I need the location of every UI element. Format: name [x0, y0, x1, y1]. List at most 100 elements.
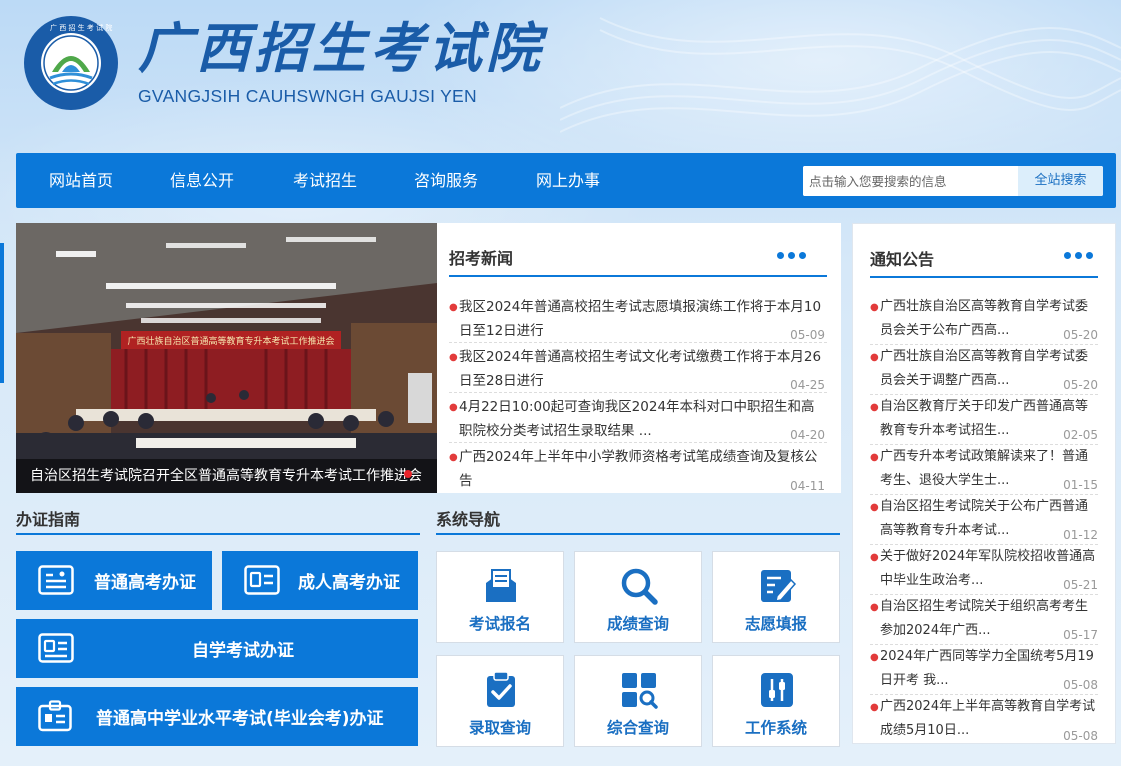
application-fill-label: 志愿填报 — [744, 615, 807, 633]
svg-text:广 西 招 生 考 试 院: 广 西 招 生 考 试 院 — [50, 23, 112, 32]
news-panel-title: 招考新闻 — [449, 249, 514, 268]
adult-exam-cert-button[interactable]: 成人高考办证 — [222, 551, 418, 610]
search-input[interactable] — [803, 166, 1018, 196]
news-panel-divider — [449, 275, 827, 277]
bullet-icon: ● — [449, 402, 458, 413]
notice-item-date: 01-15 — [1063, 478, 1098, 492]
bullet-icon: ● — [870, 602, 879, 613]
notice-item-date: 05-17 — [1063, 628, 1098, 642]
notice-item-date: 05-20 — [1063, 378, 1098, 392]
work-system-label: 工作系统 — [744, 719, 807, 737]
nav-item-online-service[interactable]: 网上办事 — [536, 153, 600, 208]
bullet-icon: ● — [870, 502, 879, 513]
notice-item-date: 05-08 — [1063, 678, 1098, 692]
general-query-label: 综合查询 — [606, 719, 669, 737]
bullet-icon: ● — [870, 402, 879, 413]
academic-test-cert-button[interactable]: 普通高中学业水平考试(毕业会考)办证 — [16, 687, 418, 746]
news-item-date: 05-09 — [790, 328, 825, 342]
notice-item[interactable]: ● 2024年广西同等学力全国统考5月19日开考 我... 05-08 — [870, 645, 1098, 695]
application-fill-tile[interactable]: 志愿填报 — [712, 551, 840, 643]
news-item-date: 04-11 — [790, 479, 825, 493]
bullet-icon: ● — [870, 652, 879, 663]
slide-caption[interactable]: 自治区招生考试院召开全区普通高等教育专升本考试工作推进会 — [16, 459, 437, 493]
news-slideshow[interactable]: 广西壮族自治区普通高等教育专升本考试工作推进会 自治区招生考试院召开全区普通高等… — [16, 223, 437, 493]
nav-item-consulting[interactable]: 咨询服务 — [414, 153, 478, 208]
background-waves — [560, 17, 1121, 133]
exam-registration-tile[interactable]: 考试报名 — [436, 551, 564, 643]
site-title: 广西招生考试院 — [138, 16, 544, 80]
side-marker — [0, 243, 4, 383]
news-item-date: 04-20 — [790, 428, 825, 442]
envelope-form-icon — [486, 569, 516, 602]
notice-item[interactable]: ● 广西2024年上半年高等教育自学考试成绩5月10日... 05-08 — [870, 695, 1098, 745]
news-item[interactable]: ● 我区2024年普通高校招生考试志愿填报演练工作将于本月10日至12日进行 0… — [449, 295, 827, 343]
notice-item-date: 05-08 — [1063, 729, 1098, 743]
self-study-cert-button[interactable]: 自学考试办证 — [16, 619, 418, 678]
sliders-icon — [761, 673, 793, 707]
id-card-icon — [38, 565, 74, 595]
news-item-title[interactable]: 广西2024年上半年中小学教师资格考试笔成绩查询及复核公告 — [459, 445, 827, 493]
news-panel: 招考新闻 ● 我区2024年普通高校招生考试志愿填报演练工作将于本月10日至12… — [437, 223, 841, 493]
bullet-icon: ● — [449, 452, 458, 463]
news-item[interactable]: ● 我区2024年普通高校招生考试文化考试缴费工作将于本月26日至28日进行 0… — [449, 345, 827, 393]
clipboard-check-icon — [487, 671, 515, 707]
main-nav: 网站首页 信息公开 考试招生 咨询服务 网上办事 全站搜索 — [16, 153, 1116, 208]
notice-item[interactable]: ● 广西专升本考试政策解读来了！普通考生、退役大学生士... 01-15 — [870, 445, 1098, 495]
notice-item-date: 05-21 — [1063, 578, 1098, 592]
slide-indicator-dot[interactable] — [404, 470, 412, 478]
general-query-tile[interactable]: 综合查询 — [574, 655, 702, 747]
id-card-icon — [244, 565, 280, 595]
notice-panel: 通知公告 ● 广西壮族自治区高等教育自学考试委员会关于公布广西高... 05-2… — [852, 223, 1116, 744]
bullet-icon: ● — [870, 702, 879, 713]
notice-more-button[interactable] — [1064, 252, 1093, 259]
news-more-button[interactable] — [777, 252, 806, 259]
admission-query-label: 录取查询 — [468, 719, 531, 737]
logo-emblem-icon[interactable]: 广 西 招 生 考 试 院 — [22, 14, 120, 112]
work-system-tile[interactable]: 工作系统 — [712, 655, 840, 747]
adult-exam-cert-label: 成人高考办证 — [298, 573, 400, 593]
notice-item-date: 01-12 — [1063, 528, 1098, 542]
score-query-label: 成绩查询 — [606, 615, 669, 633]
notice-item[interactable]: ● 广西壮族自治区高等教育自学考试委员会关于公布广西高... 05-20 — [870, 295, 1098, 345]
grid-search-icon — [622, 673, 658, 709]
admission-query-tile[interactable]: 录取查询 — [436, 655, 564, 747]
nav-item-home[interactable]: 网站首页 — [49, 153, 113, 208]
nav-item-exam-enrollment[interactable]: 考试招生 — [293, 153, 357, 208]
notice-item[interactable]: ● 自治区招生考试院关于组织高考考生参加2024年广西... 05-17 — [870, 595, 1098, 645]
nav-item-info-disclosure[interactable]: 信息公开 — [170, 153, 234, 208]
system-nav-divider — [436, 533, 840, 535]
notice-panel-divider — [870, 276, 1098, 278]
bullet-icon: ● — [870, 352, 879, 363]
notice-item[interactable]: ● 关于做好2024年军队院校招收普通高中毕业生政治考... 05-21 — [870, 545, 1098, 595]
notice-item[interactable]: ● 自治区招生考试院关于公布广西普通高等教育专升本考试... 01-12 — [870, 495, 1098, 545]
score-query-tile[interactable]: 成绩查询 — [574, 551, 702, 643]
news-item-title[interactable]: 我区2024年普通高校招生考试志愿填报演练工作将于本月10日至12日进行 — [459, 295, 827, 343]
notice-panel-title: 通知公告 — [870, 250, 935, 269]
edit-document-icon — [761, 570, 797, 602]
notice-item-date: 05-20 — [1063, 328, 1098, 342]
search-button[interactable]: 全站搜索 — [1018, 166, 1103, 196]
news-item-title[interactable]: 4月22日10:00起可查询我区2024年本科对口中职招生和高职院校分类考试招生… — [459, 395, 827, 443]
gaokao-cert-button[interactable]: 普通高考办证 — [16, 551, 212, 610]
notice-item[interactable]: ● 广西壮族自治区高等教育自学考试委员会关于调整广西高... 05-20 — [870, 345, 1098, 395]
id-card-icon — [38, 633, 74, 663]
search-box: 全站搜索 — [803, 166, 1103, 196]
guide-section-title: 办证指南 — [16, 510, 81, 529]
system-nav-title: 系统导航 — [436, 510, 501, 529]
slide-photo: 广西壮族自治区普通高等教育专升本考试工作推进会 — [16, 223, 437, 493]
bullet-icon: ● — [449, 352, 458, 363]
notice-item[interactable]: ● 自治区教育厅关于印发广西普通高等教育专升本考试招生... 02-05 — [870, 395, 1098, 445]
news-item[interactable]: ● 广西2024年上半年中小学教师资格考试笔成绩查询及复核公告 04-11 — [449, 445, 827, 493]
slide-banner-text: 广西壮族自治区普通高等教育专升本考试工作推进会 — [127, 335, 334, 347]
news-item-title[interactable]: 我区2024年普通高校招生考试文化考试缴费工作将于本月26日至28日进行 — [459, 345, 827, 393]
self-study-cert-label: 自学考试办证 — [192, 641, 294, 661]
guide-section-divider — [16, 533, 420, 535]
badge-icon — [38, 700, 72, 732]
notice-item-date: 02-05 — [1063, 428, 1098, 442]
site-subtitle: GVANGJSIH CAUHSWNGH GAUJSI YEN — [138, 86, 477, 106]
bullet-icon: ● — [449, 302, 458, 313]
news-item-date: 04-25 — [790, 378, 825, 392]
bullet-icon: ● — [870, 552, 879, 563]
search-icon — [621, 568, 658, 605]
news-item[interactable]: ● 4月22日10:00起可查询我区2024年本科对口中职招生和高职院校分类考试… — [449, 395, 827, 443]
